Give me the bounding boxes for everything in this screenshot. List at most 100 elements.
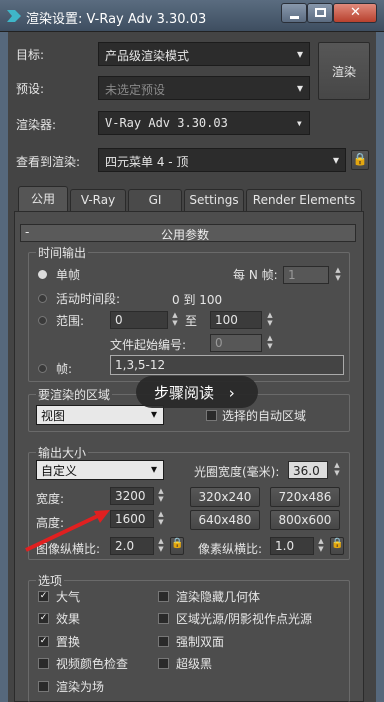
option-label: 大气 [56, 590, 81, 604]
range-label: 范围: [56, 314, 85, 328]
view-value: 四元菜单 4 - 顶 [105, 155, 189, 169]
minimize-icon [290, 16, 299, 19]
rollout-collapse-toggle[interactable]: - [25, 225, 29, 239]
tab-vray[interactable]: V-Ray [70, 189, 126, 211]
width-spinner[interactable]: ▲ ▼ [156, 487, 166, 505]
option-label: 超级黑 [176, 657, 213, 671]
range-to-spinner[interactable]: ▲ ▼ [265, 311, 275, 329]
option-checkbox[interactable] [158, 658, 169, 669]
option-label: 渲染隐藏几何体 [176, 590, 261, 604]
time-output-title: 时间输出 [36, 244, 89, 261]
option-label: 区域光源/阴影视作点光源 [176, 612, 313, 626]
step-reading-tooltip[interactable]: 步骤阅读 › [136, 376, 258, 408]
option-label: 置换 [56, 635, 81, 649]
option-checkbox[interactable] [38, 658, 49, 669]
aperture-spinner[interactable]: ▲ ▼ [332, 461, 342, 479]
file-start-field[interactable]: 0 [210, 334, 262, 352]
range-radio[interactable] [38, 316, 47, 325]
option-checkbox[interactable]: ✓ [38, 636, 49, 647]
active-segment-label: 活动时间段: [56, 292, 121, 306]
width-field[interactable]: 3200 [110, 487, 154, 505]
range-to-field[interactable]: 100 [210, 311, 262, 329]
tab-settings[interactable]: Settings [184, 189, 244, 211]
lock-icon: 🔒 [171, 538, 184, 549]
image-aspect-lock-button[interactable]: 🔒 [170, 537, 184, 555]
rollout-header[interactable]: - 公用参数 [20, 224, 356, 242]
renderer-value: V-Ray Adv 3.30.03 [105, 116, 228, 130]
height-spinner[interactable]: ▲ ▼ [156, 510, 166, 528]
every-n-spinner[interactable]: ▲ ▼ [333, 266, 343, 284]
render-area-value: 视图 [41, 409, 66, 423]
app-icon [7, 10, 21, 22]
chevron-down-icon: ▾ [150, 462, 157, 476]
pixel-aspect-label: 像素纵横比: [198, 542, 263, 556]
preset-800x600-button[interactable]: 800x600 [270, 510, 340, 530]
chevron-down-icon: ▾ [296, 47, 303, 61]
tab-common[interactable]: 公用 [18, 186, 68, 211]
renderer-label: 渲染器: [16, 118, 57, 132]
option-checkbox[interactable] [158, 591, 169, 602]
chevron-down-icon: ▾ [150, 407, 157, 421]
renderer-dropdown[interactable]: V-Ray Adv 3.30.03 ▾ [98, 111, 310, 135]
target-value: 产品级渲染模式 [105, 49, 190, 63]
tab-render-elements[interactable]: Render Elements [246, 189, 362, 211]
output-size-preset-value: 自定义 [41, 464, 78, 478]
preset-320x240-button[interactable]: 320x240 [190, 487, 260, 507]
rollout-title: 公用参数 [161, 228, 210, 242]
option-checkbox[interactable] [158, 613, 169, 624]
option-checkbox[interactable] [38, 681, 49, 692]
preset-dropdown[interactable]: 未选定预设 ▾ [98, 76, 310, 100]
output-size-preset-dropdown[interactable]: 自定义 ▾ [36, 460, 164, 480]
title-bar: 渲染设置: V-Ray Adv 3.30.03 ✕ [0, 0, 384, 32]
option-checkbox[interactable]: ✓ [38, 613, 49, 624]
frames-field[interactable]: 1,3,5-12 [110, 355, 344, 375]
target-dropdown[interactable]: 产品级渲染模式 ▾ [98, 42, 310, 66]
close-button[interactable]: ✕ [333, 3, 377, 23]
aperture-field[interactable]: 36.0 [288, 461, 328, 479]
preset-label: 预设: [16, 82, 45, 96]
window-title: 渲染设置: V-Ray Adv 3.30.03 [26, 12, 207, 27]
pixel-aspect-lock-button[interactable]: 🔒 [330, 537, 344, 555]
target-label: 目标: [16, 48, 45, 62]
option-checkbox[interactable] [158, 636, 169, 647]
step-reading-label: 步骤阅读 [154, 384, 215, 402]
preset-720x486-button[interactable]: 720x486 [270, 487, 340, 507]
output-size-title: 输出大小 [36, 444, 89, 461]
height-field[interactable]: 1600 [110, 510, 154, 528]
every-n-field[interactable]: 1 [283, 266, 329, 284]
single-frame-label: 单帧 [56, 268, 81, 282]
active-segment-radio[interactable] [38, 294, 47, 303]
lock-icon: 🔒 [352, 152, 368, 166]
frames-radio[interactable] [38, 364, 47, 373]
preset-value: 未选定预设 [105, 83, 166, 97]
range-from-spinner[interactable]: ▲ ▼ [170, 311, 180, 329]
range-from-field[interactable]: 0 [110, 311, 168, 329]
preset-640x480-button[interactable]: 640x480 [190, 510, 260, 530]
render-button[interactable]: 渲染 [318, 42, 370, 100]
minimize-button[interactable] [281, 3, 307, 23]
render-area-title: 要渲染的区域 [36, 386, 113, 403]
view-label: 查看到渲染: [16, 155, 81, 169]
chevron-right-icon: › [228, 384, 235, 402]
lock-view-button[interactable]: 🔒 [351, 150, 369, 170]
option-label: 强制双面 [176, 635, 225, 649]
maximize-button[interactable] [307, 3, 333, 23]
image-aspect-field[interactable]: 2.0 [110, 537, 154, 555]
single-frame-radio[interactable] [38, 270, 47, 279]
auto-region-label: 选择的自动区域 [222, 409, 307, 423]
pixel-aspect-field[interactable]: 1.0 [270, 537, 314, 555]
image-aspect-spinner[interactable]: ▲ ▼ [156, 537, 166, 555]
file-start-spinner[interactable]: ▲ ▼ [265, 334, 275, 352]
tab-gi[interactable]: GI [128, 189, 182, 211]
option-checkbox[interactable]: ✓ [38, 591, 49, 602]
maximize-icon [315, 8, 326, 17]
frames-label: 帧: [56, 362, 73, 376]
option-label: 视频颜色检查 [56, 657, 129, 671]
active-range-text: 0 到 100 [172, 293, 223, 307]
auto-region-checkbox[interactable] [206, 410, 217, 421]
view-dropdown[interactable]: 四元菜单 4 - 顶 ▾ [98, 148, 346, 172]
every-n-label: 每 N 帧: [233, 268, 278, 282]
pixel-aspect-spinner[interactable]: ▲ ▼ [316, 537, 326, 555]
file-start-label: 文件起始编号: [110, 338, 187, 352]
render-area-dropdown[interactable]: 视图 ▾ [36, 405, 164, 425]
